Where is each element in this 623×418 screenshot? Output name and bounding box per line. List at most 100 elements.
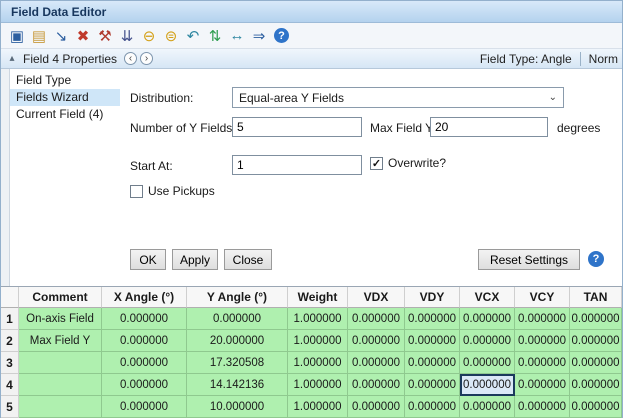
cell[interactable]: 1.000000 bbox=[288, 396, 348, 418]
row-number[interactable]: 3 bbox=[1, 352, 19, 374]
cell[interactable]: 0.000000 bbox=[460, 308, 515, 330]
cell[interactable]: On-axis Field bbox=[19, 308, 102, 330]
cell[interactable]: 10.000000 bbox=[187, 396, 288, 418]
properties-bar: ▴ Field 4 Properties ‹ › Field Type: Ang… bbox=[1, 49, 622, 69]
sidebar-item-fields-wizard[interactable]: Fields Wizard bbox=[10, 89, 120, 106]
cell[interactable]: 0.000000 bbox=[460, 330, 515, 352]
cell[interactable] bbox=[19, 396, 102, 418]
max-field-input[interactable] bbox=[430, 117, 548, 137]
cell[interactable]: 0.000000 bbox=[515, 308, 570, 330]
delete-field-icon[interactable]: ✖ bbox=[73, 26, 93, 46]
table-row: 50.00000010.0000001.0000000.0000000.0000… bbox=[1, 396, 622, 418]
cell[interactable]: 0.000000 bbox=[570, 396, 622, 418]
use-pickups-checkbox[interactable]: Use Pickups bbox=[130, 184, 215, 198]
cell[interactable]: 1.000000 bbox=[288, 374, 348, 396]
cell[interactable]: 0.000000 bbox=[515, 396, 570, 418]
row-number[interactable]: 1 bbox=[1, 308, 19, 330]
cell[interactable]: 0.000000 bbox=[348, 330, 405, 352]
table-header-row: CommentX Angle (°)Y Angle (°)WeightVDXVD… bbox=[1, 287, 622, 308]
cell[interactable]: 0.000000 bbox=[102, 396, 187, 418]
cell[interactable]: 20.000000 bbox=[187, 330, 288, 352]
row-number[interactable]: 4 bbox=[1, 374, 19, 396]
next-field-button[interactable]: › bbox=[140, 52, 153, 65]
cell[interactable] bbox=[19, 374, 102, 396]
cell[interactable]: 0.000000 bbox=[405, 330, 460, 352]
reset-settings-button[interactable]: Reset Settings bbox=[478, 249, 580, 270]
cell[interactable]: 0.000000 bbox=[348, 374, 405, 396]
cell[interactable]: 0.000000 bbox=[102, 330, 187, 352]
cell[interactable]: 14.142136 bbox=[187, 374, 288, 396]
column-header[interactable]: X Angle (°) bbox=[102, 287, 187, 308]
column-header[interactable]: Y Angle (°) bbox=[187, 287, 288, 308]
ok-button[interactable]: OK bbox=[130, 249, 166, 270]
undo-icon[interactable]: ↶ bbox=[183, 26, 203, 46]
cell[interactable]: 0.000000 bbox=[460, 396, 515, 418]
cell[interactable]: 0.000000 bbox=[102, 308, 187, 330]
update-fields-icon[interactable]: ⇅ bbox=[205, 26, 225, 46]
start-at-input[interactable] bbox=[232, 155, 362, 175]
cell[interactable]: 0.000000 bbox=[515, 352, 570, 374]
cell[interactable]: 0.000000 bbox=[405, 308, 460, 330]
tools-icon[interactable]: ⚒ bbox=[95, 26, 115, 46]
overwrite-checkbox[interactable]: ✓ Overwrite? bbox=[370, 156, 446, 170]
cell[interactable]: 0.000000 bbox=[102, 374, 187, 396]
cell[interactable]: 0.000000 bbox=[348, 396, 405, 418]
cell[interactable]: 0.000000 bbox=[405, 374, 460, 396]
open-book-icon[interactable]: ▤ bbox=[29, 26, 49, 46]
sort-icon[interactable]: ⇊ bbox=[117, 26, 137, 46]
column-header[interactable]: VDY bbox=[405, 287, 460, 308]
cell[interactable]: 0.000000 bbox=[405, 396, 460, 418]
prev-field-button[interactable]: ‹ bbox=[124, 52, 137, 65]
cell[interactable]: 1.000000 bbox=[288, 352, 348, 374]
cell[interactable]: 0.000000 bbox=[348, 352, 405, 374]
apply-button[interactable]: Apply bbox=[172, 249, 218, 270]
column-header[interactable]: VDX bbox=[348, 287, 405, 308]
sidebar: Field TypeFields WizardCurrent Field (4) bbox=[10, 72, 120, 123]
cell[interactable]: 0.000000 bbox=[348, 308, 405, 330]
cell[interactable]: 0.000000 bbox=[570, 308, 622, 330]
row-number[interactable]: 5 bbox=[1, 396, 19, 418]
equalize-circle-icon[interactable]: ⊜ bbox=[161, 26, 181, 46]
goto-field-icon[interactable]: ↘ bbox=[51, 26, 71, 46]
cell[interactable]: 0.000000 bbox=[102, 352, 187, 374]
sidebar-item-current-field[interactable]: Current Field (4) bbox=[10, 106, 120, 123]
cell[interactable]: 0.000000 bbox=[515, 330, 570, 352]
cell[interactable]: 0.000000 bbox=[515, 374, 570, 396]
cell[interactable]: 1.000000 bbox=[288, 330, 348, 352]
column-header[interactable]: VCY bbox=[515, 287, 570, 308]
cell[interactable]: 0.000000 bbox=[187, 308, 288, 330]
cell[interactable]: 0.000000 bbox=[460, 374, 515, 396]
swap-fields-icon[interactable]: ↔ bbox=[227, 26, 247, 46]
cell[interactable]: Max Field Y bbox=[19, 330, 102, 352]
content-area: Field TypeFields WizardCurrent Field (4)… bbox=[1, 69, 622, 286]
max-field-label: Max Field Y: bbox=[370, 121, 436, 135]
cell[interactable]: 0.000000 bbox=[405, 352, 460, 374]
sidebar-item-field-type[interactable]: Field Type bbox=[10, 72, 120, 89]
distribution-value: Equal-area Y Fields bbox=[239, 91, 344, 105]
checkbox-check-icon: ✓ bbox=[370, 157, 383, 170]
cell[interactable]: 0.000000 bbox=[570, 352, 622, 374]
cell[interactable]: 0.000000 bbox=[460, 352, 515, 374]
wizard-help-icon[interactable]: ? bbox=[588, 251, 604, 267]
cell[interactable]: 17.320508 bbox=[187, 352, 288, 374]
decrement-circle-icon[interactable]: ⊖ bbox=[139, 26, 159, 46]
column-header[interactable]: Comment bbox=[19, 287, 102, 308]
save-icon[interactable]: ▣ bbox=[7, 26, 27, 46]
use-pickups-label: Use Pickups bbox=[148, 184, 215, 198]
cell[interactable]: 0.000000 bbox=[570, 374, 622, 396]
next-icon[interactable]: ⇒ bbox=[249, 26, 269, 46]
close-button[interactable]: Close bbox=[224, 249, 272, 270]
collapse-icon[interactable]: ▴ bbox=[5, 53, 19, 64]
cell[interactable] bbox=[19, 352, 102, 374]
row-number[interactable]: 2 bbox=[1, 330, 19, 352]
cell[interactable]: 0.000000 bbox=[570, 330, 622, 352]
properties-panel: Field TypeFields WizardCurrent Field (4)… bbox=[9, 69, 622, 286]
column-header[interactable]: Weight bbox=[288, 287, 348, 308]
help-icon[interactable]: ? bbox=[274, 28, 289, 43]
column-header[interactable]: VCX bbox=[460, 287, 515, 308]
column-header[interactable]: TAN bbox=[570, 287, 622, 308]
distribution-dropdown[interactable]: Equal-area Y Fields ⌄ bbox=[232, 87, 564, 108]
num-fields-input[interactable] bbox=[232, 117, 362, 137]
cell[interactable]: 1.000000 bbox=[288, 308, 348, 330]
title-bar[interactable]: Field Data Editor bbox=[1, 1, 622, 23]
